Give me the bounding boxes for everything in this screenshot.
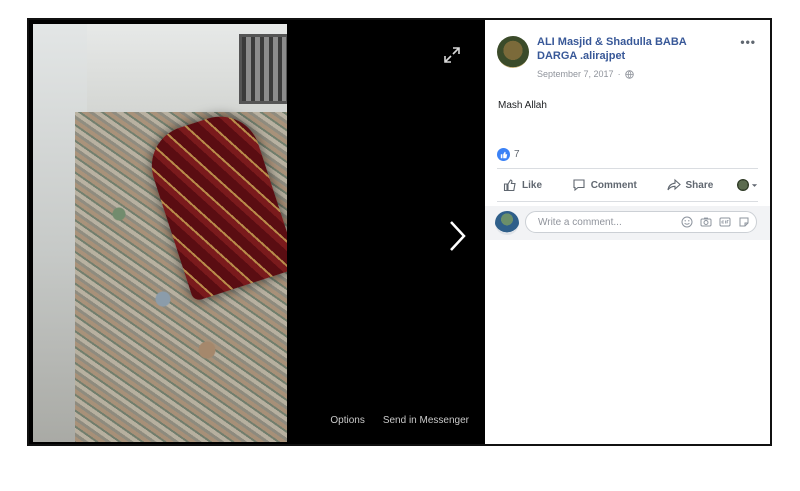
- action-bar: Like Comment Share: [497, 170, 758, 200]
- comment-label: Comment: [590, 179, 637, 191]
- post-photo[interactable]: [33, 24, 287, 442]
- post-author[interactable]: ALI Masjid & Shadulla BABA DARGA .aliraj…: [537, 35, 727, 63]
- share-label: Share: [685, 179, 714, 191]
- chevron-down-icon: [751, 183, 758, 187]
- chevron-right-icon[interactable]: [447, 216, 469, 256]
- photo-theater: Options Send in Messenger ALI Masjid & S…: [27, 18, 772, 446]
- photo-window: [239, 34, 287, 104]
- globe-icon: [624, 69, 634, 79]
- send-in-messenger-link[interactable]: Send in Messenger: [383, 415, 469, 426]
- divider: [497, 168, 758, 169]
- comment-composer: [485, 206, 770, 240]
- more-icon[interactable]: •••: [740, 35, 756, 49]
- gif-icon[interactable]: [718, 216, 731, 229]
- share-button[interactable]: Share: [661, 178, 720, 192]
- like-icon: [503, 179, 516, 192]
- sticker-icon[interactable]: [737, 216, 750, 229]
- comment-input[interactable]: [536, 215, 674, 229]
- page-avatar[interactable]: [497, 36, 529, 68]
- reaction-count: 7: [514, 149, 520, 160]
- post-text: Mash Allah: [498, 100, 547, 111]
- emoji-icon[interactable]: [680, 216, 693, 229]
- post-panel: ALI Masjid & Shadulla BABA DARGA .aliraj…: [485, 20, 770, 444]
- user-avatar[interactable]: [495, 211, 519, 235]
- options-link[interactable]: Options: [330, 415, 364, 426]
- audience-selector[interactable]: [737, 179, 758, 191]
- divider: [497, 201, 758, 202]
- post-date[interactable]: September 7, 2017: [537, 69, 614, 79]
- like-button[interactable]: Like: [497, 178, 548, 192]
- profile-selector-avatar: [737, 179, 749, 191]
- camera-icon[interactable]: [699, 216, 712, 229]
- expand-icon[interactable]: [443, 46, 461, 64]
- separator: ·: [617, 69, 621, 79]
- photo-viewer: Options Send in Messenger: [29, 20, 485, 444]
- reaction-summary[interactable]: 7: [497, 148, 520, 161]
- like-reaction-icon: [497, 148, 510, 161]
- share-icon: [666, 178, 681, 191]
- comment-button[interactable]: Comment: [566, 178, 643, 192]
- comment-icon: [573, 179, 585, 192]
- comment-box[interactable]: [525, 211, 757, 233]
- like-label: Like: [522, 179, 543, 191]
